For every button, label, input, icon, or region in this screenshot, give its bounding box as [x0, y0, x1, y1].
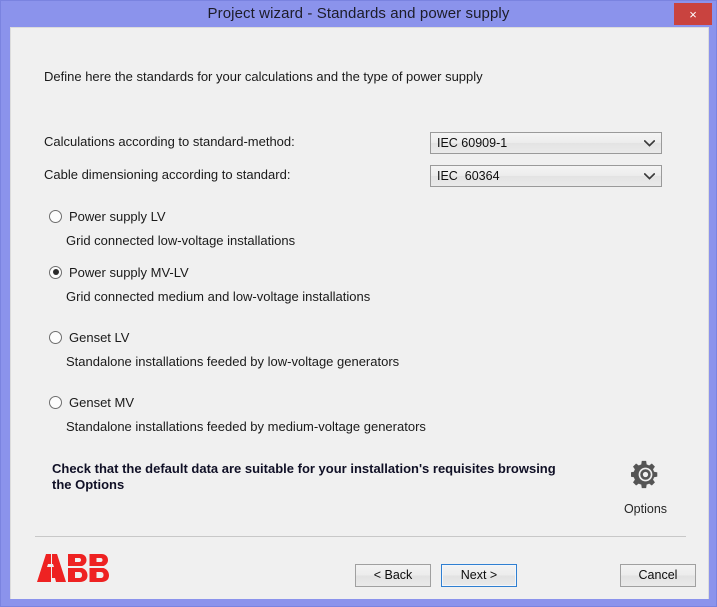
- options-button[interactable]: Options: [603, 460, 688, 518]
- options-label: Options: [623, 502, 668, 516]
- dialog-window: Project wizard - Standards and power sup…: [0, 0, 717, 607]
- footer-separator: [35, 536, 686, 537]
- radio-mark: [49, 330, 62, 344]
- label-cable-standard: Cable dimensioning according to standard…: [44, 167, 291, 182]
- window-title: Project wizard - Standards and power sup…: [207, 5, 510, 22]
- radio-option-genset-mv[interactable]: Genset MV: [49, 393, 649, 411]
- radio-label: Power supply LV: [69, 208, 166, 224]
- radio-mark: [49, 395, 62, 409]
- abb-logo: [36, 553, 112, 583]
- radio-description-genset-lv: Standalone installations feeded by low-v…: [66, 354, 400, 369]
- radio-label: Genset LV: [69, 329, 130, 345]
- chevron-down-icon: [644, 133, 655, 153]
- radio-option-power-supply-lv[interactable]: Power supply LV: [49, 207, 649, 225]
- radio-mark: [49, 265, 62, 279]
- radio-description-power-supply-lv: Grid connected low-voltage installations: [66, 233, 296, 248]
- cable-standard-dropdown[interactable]: IEC 60364: [430, 165, 662, 187]
- cable-standard-value: IEC 60364: [437, 169, 500, 183]
- row-standard-method: Calculations according to standard-metho…: [44, 132, 684, 154]
- radio-option-genset-lv[interactable]: Genset LV: [49, 328, 649, 346]
- radio-label: Genset MV: [69, 394, 135, 410]
- radio-description-genset-mv: Standalone installations feeded by mediu…: [66, 419, 426, 434]
- radio-option-power-supply-mv-lv[interactable]: Power supply MV-LV: [49, 263, 649, 281]
- cancel-button[interactable]: Cancel: [620, 564, 696, 587]
- row-cable-standard: Cable dimensioning according to standard…: [44, 165, 684, 187]
- radio-mark: [49, 209, 62, 223]
- gear-icon: [603, 460, 688, 494]
- standard-method-value: IEC 60909-1: [437, 136, 508, 150]
- notice-text: Check that the default data are suitable…: [52, 461, 556, 492]
- standard-method-dropdown[interactable]: IEC 60909-1: [430, 132, 662, 154]
- next-button[interactable]: Next >: [441, 564, 517, 587]
- radio-description-power-supply-mv-lv: Grid connected medium and low-voltage in…: [66, 289, 371, 304]
- dialog-content: Define here the standards for your calcu…: [10, 27, 709, 599]
- title-bar: Project wizard - Standards and power sup…: [1, 1, 716, 27]
- radio-label: Power supply MV-LV: [69, 264, 189, 280]
- intro-text: Define here the standards for your calcu…: [44, 69, 483, 84]
- label-standard-method: Calculations according to standard-metho…: [44, 134, 295, 149]
- chevron-down-icon: [644, 166, 655, 186]
- close-button[interactable]: ×: [674, 3, 712, 25]
- close-icon: ×: [689, 6, 697, 22]
- back-button[interactable]: < Back: [355, 564, 431, 587]
